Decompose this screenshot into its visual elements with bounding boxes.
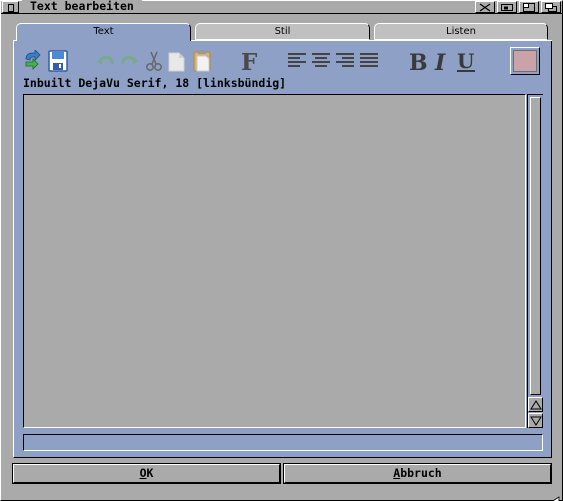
zoom-gadget-icon[interactable]: [519, 1, 539, 13]
scroll-knob[interactable]: [530, 97, 541, 395]
align-left-icon[interactable]: [288, 52, 308, 74]
bold-glyph: B: [409, 50, 428, 73]
vertical-scrollbar[interactable]: [527, 94, 543, 428]
depth-gadget-icon[interactable]: [541, 1, 561, 13]
paste-icon[interactable]: [191, 50, 213, 72]
italic-icon[interactable]: I: [433, 49, 449, 73]
text-edit-window: Text bearbeiten Text Stil Listen F B I U…: [0, 0, 563, 501]
font-info-label: Inbuilt DejaVu Serif, 18 [linksbündig]: [23, 76, 287, 90]
tab-listen[interactable]: Listen: [374, 23, 548, 40]
justify-icon[interactable]: [360, 52, 380, 74]
scroll-down-arrow-icon[interactable]: [528, 413, 543, 428]
text-editor[interactable]: [23, 94, 526, 428]
copy-icon[interactable]: [167, 50, 187, 72]
ok-button[interactable]: OK: [12, 463, 281, 484]
minimize-gadget-icon[interactable]: [497, 1, 517, 13]
iconify-gadget-icon[interactable]: [475, 1, 495, 13]
redo-icon[interactable]: [120, 54, 138, 76]
panel-edge: [191, 40, 552, 41]
cut-scissors-icon[interactable]: [145, 50, 163, 72]
bold-icon[interactable]: B: [408, 49, 430, 73]
underline-icon[interactable]: U: [456, 49, 478, 73]
underline-glyph: U: [457, 49, 474, 73]
undo-icon[interactable]: [97, 54, 115, 76]
window-title: Text bearbeiten: [22, 0, 142, 13]
save-disk-icon[interactable]: [47, 50, 69, 72]
info-field: [23, 434, 543, 451]
tab-text[interactable]: Text: [16, 23, 191, 41]
tab-stil[interactable]: Stil: [195, 23, 370, 40]
font-icon[interactable]: F: [239, 49, 261, 73]
font-button-glyph: F: [241, 49, 258, 73]
ok-button-label: K: [146, 466, 154, 480]
cancel-button-label: bbruch: [400, 466, 442, 480]
scroll-up-arrow-icon[interactable]: [528, 397, 543, 412]
color-swatch-icon[interactable]: [510, 47, 540, 75]
new-document-icon[interactable]: [23, 50, 45, 72]
align-center-icon[interactable]: [312, 52, 332, 74]
close-gadget-icon[interactable]: [2, 1, 19, 13]
align-right-icon[interactable]: [336, 52, 356, 74]
title-bar[interactable]: Text bearbeiten: [1, 0, 562, 14]
ok-button-hotkey: O: [139, 466, 147, 480]
resize-gadget-icon[interactable]: [546, 490, 561, 501]
italic-glyph: I: [434, 50, 446, 73]
cancel-button[interactable]: Abbruch: [283, 463, 552, 484]
